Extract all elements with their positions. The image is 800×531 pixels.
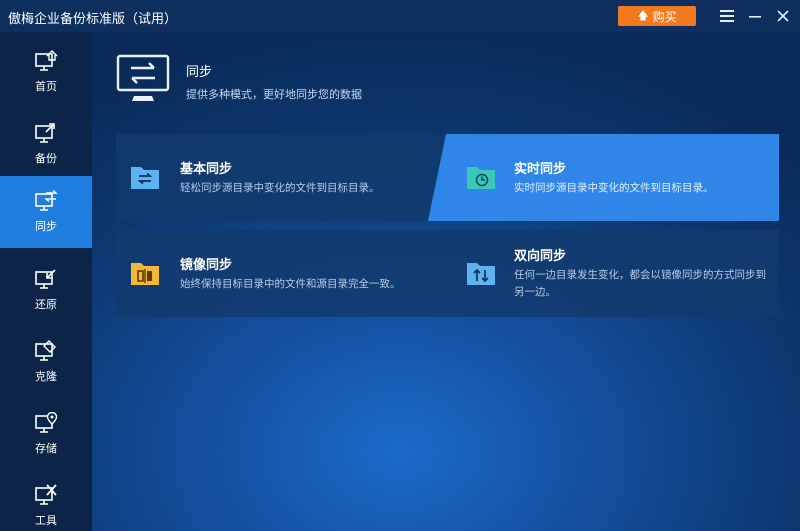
- sync-monitor-icon: [116, 54, 170, 101]
- sidebar-item-label: 工具: [35, 514, 57, 527]
- card-mirror-sync[interactable]: 镜像同步 始终保持目标目录中的文件和源目录完全一致。: [116, 230, 444, 317]
- window-title: 傲梅企业备份标准版（试用）: [8, 12, 178, 27]
- page-subtitle: 提供多种模式，更好地同步您的数据: [186, 88, 362, 101]
- sidebar-item-label: 同步: [35, 220, 57, 233]
- restore-icon: [35, 269, 56, 289]
- sidebar-item-sync[interactable]: 同步: [0, 176, 92, 248]
- minimize-icon[interactable]: [746, 7, 764, 25]
- card-basic-sync[interactable]: 基本同步 轻松同步源目录中变化的文件到目标目录。: [116, 134, 446, 221]
- sidebar-item-home[interactable]: 首页: [0, 36, 92, 108]
- card-two-way-sync[interactable]: 双向同步 任何一边目录发生变化，都会以镜像同步的方式同步到另一边。: [426, 230, 779, 317]
- two-way-sync-folder-icon: [467, 263, 495, 285]
- sidebar-item-label: 存储: [35, 442, 57, 455]
- sidebar-item-label: 克隆: [35, 370, 57, 383]
- realtime-sync-folder-icon: [467, 167, 495, 189]
- upgrade-arrow-icon: 🡅: [637, 8, 649, 22]
- sidebar-item-tools[interactable]: 工具: [0, 470, 92, 531]
- buy-label: 购买: [652, 9, 677, 24]
- menu-icon[interactable]: [718, 7, 736, 25]
- sidebar-item-label: 还原: [35, 298, 57, 311]
- card-description: 实时同步源目录中变化的文件到目标目录。: [514, 182, 714, 194]
- title-bar: 傲梅企业备份标准版（试用） 🡅 购买: [0, 0, 800, 32]
- backup-icon: [35, 123, 55, 143]
- card-title: 实时同步: [514, 162, 567, 177]
- sidebar-item-restore[interactable]: 还原: [0, 254, 92, 326]
- home-icon: [35, 50, 58, 71]
- basic-sync-folder-icon: [131, 167, 159, 189]
- clone-icon: [35, 340, 56, 361]
- sidebar: 首页 备份 同步 还原 克隆 存储 工具: [0, 32, 92, 531]
- card-realtime-sync[interactable]: 实时同步 实时同步源目录中变化的文件到目标目录。: [428, 134, 779, 221]
- page-title: 同步: [186, 65, 213, 80]
- sidebar-item-label: 首页: [35, 80, 57, 93]
- close-icon[interactable]: [774, 7, 792, 25]
- sync-icon: [35, 190, 58, 211]
- card-description: 任何一边目录发生变化，都会以镜像同步的方式同步到另一边。: [514, 269, 766, 298]
- tools-icon: [35, 484, 57, 505]
- card-title: 镜像同步: [180, 258, 233, 273]
- storage-icon: [35, 412, 58, 433]
- card-title: 基本同步: [180, 162, 233, 177]
- card-background: [116, 134, 446, 221]
- sidebar-item-storage[interactable]: 存储: [0, 398, 92, 470]
- mirror-sync-folder-icon: [131, 263, 159, 285]
- card-background: [116, 230, 444, 317]
- card-description: 轻松同步源目录中变化的文件到目标目录。: [180, 182, 380, 194]
- card-title: 双向同步: [514, 249, 567, 264]
- app-window: 傲梅企业备份标准版（试用） 🡅 购买 首页 备份 同步 还原 克隆 存储 工具 …: [0, 0, 800, 531]
- sidebar-item-clone[interactable]: 克隆: [0, 326, 92, 398]
- card-description: 始终保持目标目录中的文件和源目录完全一致。: [180, 278, 401, 290]
- buy-button[interactable]: 🡅 购买: [618, 6, 696, 26]
- sidebar-item-label: 备份: [35, 152, 57, 165]
- sidebar-item-backup[interactable]: 备份: [0, 108, 92, 180]
